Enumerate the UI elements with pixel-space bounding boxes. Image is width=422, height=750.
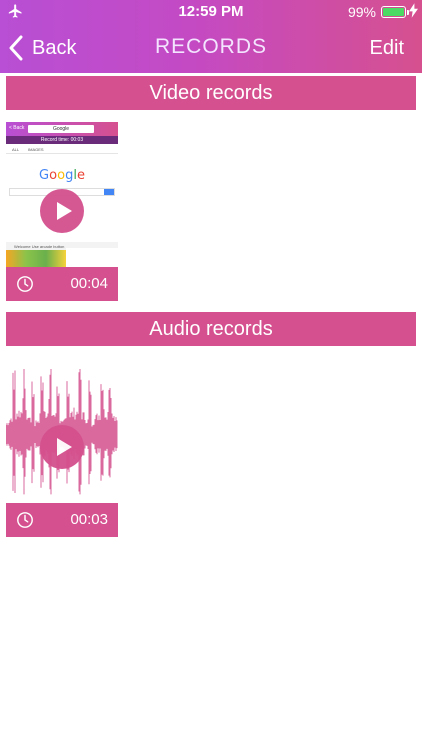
video-thumbnail: < Back Google Record time: 00:03 ALL IMA… [6,122,118,267]
edit-button[interactable]: Edit [370,37,404,60]
header: 12:59 PM 99% Back RECORDS Edit [0,0,422,73]
clock-icon [17,276,33,292]
nav-bar: Back RECORDS Edit [0,24,422,73]
record-info-bar: 00:04 [6,267,118,301]
battery-icon [381,6,409,18]
audio-record-item[interactable]: 00:03 [6,367,118,537]
record-duration: 00:04 [70,275,108,292]
play-icon[interactable] [40,189,84,233]
video-records-header: Video records [6,76,416,110]
google-logo: Google [39,168,85,183]
charging-bolt-icon [409,3,418,18]
video-record-item[interactable]: < Back Google Record time: 00:03 ALL IMA… [6,122,118,301]
page-title: RECORDS [154,35,267,58]
record-duration: 00:03 [70,511,108,528]
battery-percent: 99% [347,4,376,20]
audio-waveform [6,367,118,503]
clock-icon [17,512,33,528]
record-info-bar: 00:03 [6,503,118,537]
status-bar: 12:59 PM 99% [0,0,422,24]
audio-records-header: Audio records [6,312,416,346]
play-icon[interactable] [40,425,84,469]
